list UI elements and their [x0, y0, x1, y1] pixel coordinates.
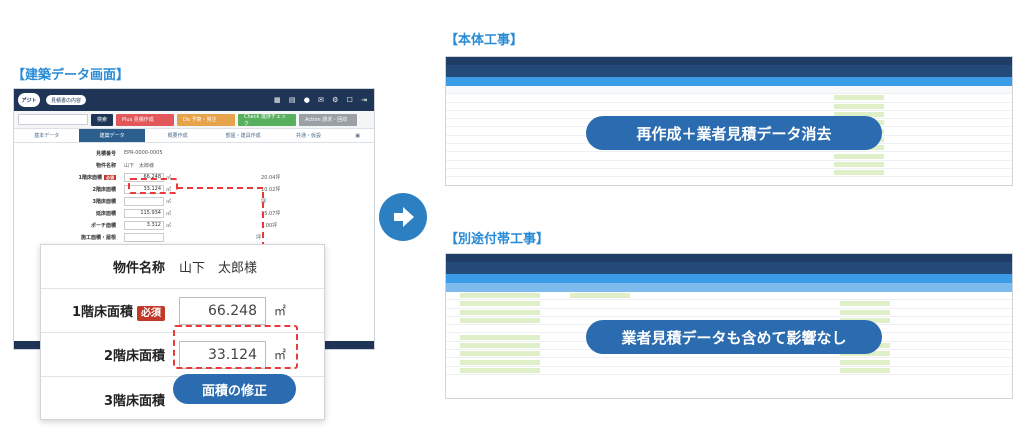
sheet2-total-row: [446, 274, 1012, 283]
header-icons[interactable]: ▦ ▤ ● ✉ ⚙ ☐ ⇥: [274, 96, 370, 104]
tab-summary[interactable]: 概要作成: [145, 129, 210, 142]
extra-work-sheet: 業者見積データも含めて影響なし: [445, 253, 1013, 399]
tab-extra[interactable]: ▣: [341, 129, 374, 142]
sheet-subheader: [446, 65, 1012, 77]
floor3-input[interactable]: [124, 196, 164, 206]
search-button[interactable]: 検索: [91, 113, 114, 126]
tab-common[interactable]: 共通・仮設: [276, 129, 341, 142]
sheet2-subheader: [446, 262, 1012, 274]
action-button[interactable]: Action 請求・回収: [299, 113, 358, 126]
total-floor-input[interactable]: 115.934: [124, 208, 164, 218]
check-button[interactable]: Check 進捗チェック: [238, 113, 297, 127]
plus-button[interactable]: Plus 見積作成: [116, 113, 175, 126]
sheet-total-row: [446, 77, 1012, 86]
zoom-row-name: 物件名称 山下 太郎様: [41, 245, 324, 289]
toolbar: 検索 Plus 見積作成 Do 予算・発注 Check 進捗チェック Actio…: [14, 111, 374, 129]
row-property-name: 物件名称 山下 太郎様: [95, 162, 155, 169]
sheet-header: [446, 57, 1012, 65]
highlight-small: [128, 178, 178, 194]
section-label-main-work: 【本体工事】: [445, 33, 524, 48]
do-button[interactable]: Do 予算・発注: [177, 113, 236, 126]
overlay-recreate: 再作成＋業者見積データ消去: [586, 116, 882, 150]
callout-area-fix: 面積の修正: [173, 374, 296, 404]
estimate-pill[interactable]: 見積書の内容: [46, 95, 87, 105]
arrow-right-icon: [379, 193, 427, 241]
porch-input[interactable]: 3.312: [124, 220, 164, 230]
tab-basic[interactable]: 基本データ: [14, 129, 79, 142]
app-logo: ア゙ジト: [18, 93, 40, 107]
search-field[interactable]: [18, 114, 88, 125]
zoom-floor1-input[interactable]: 66.248: [179, 296, 266, 325]
highlight-large: [173, 325, 298, 369]
roof-input[interactable]: [124, 232, 164, 242]
tab-bar: 基本データ 建築データ 概要作成 部屋・建具作成 共通・仮設 ▣: [14, 129, 374, 143]
row-estimate-no: 見積番号 EPR-0000-0005: [95, 150, 163, 157]
tab-building[interactable]: 建築データ: [79, 129, 145, 142]
section-label-building-data: 【建築データ画面】: [12, 68, 130, 83]
section-label-extra-work: 【別途付帯工事】: [445, 232, 550, 247]
app-header: ア゙ジト 見積書の内容 ▦ ▤ ● ✉ ⚙ ☐ ⇥: [14, 89, 374, 111]
main-work-sheet: 再作成＋業者見積データ消去: [445, 56, 1013, 186]
tab-rooms[interactable]: 部屋・建具作成: [210, 129, 275, 142]
sheet2-header: [446, 254, 1012, 262]
overlay-no-impact: 業者見積データも含めて影響なし: [586, 320, 882, 354]
